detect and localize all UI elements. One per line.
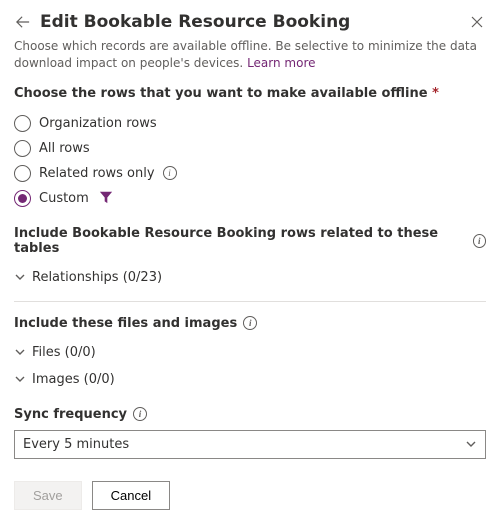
back-button[interactable] bbox=[14, 13, 32, 31]
chevron-down-icon bbox=[14, 271, 26, 283]
radio-all-rows[interactable]: All rows bbox=[14, 136, 486, 161]
radio-icon bbox=[14, 190, 31, 207]
info-icon[interactable]: i bbox=[473, 234, 486, 248]
cancel-button[interactable]: Cancel bbox=[92, 481, 170, 510]
dialog-footer: Save Cancel bbox=[14, 481, 486, 510]
close-icon bbox=[471, 16, 483, 28]
relationships-expander[interactable]: Relationships (0/23) bbox=[14, 266, 486, 289]
include-files-label: Include these files and images i bbox=[14, 316, 486, 331]
info-icon[interactable]: i bbox=[243, 316, 257, 330]
sync-frequency-label: Sync frequency i bbox=[14, 407, 486, 422]
rows-section-label: Choose the rows that you want to make av… bbox=[14, 86, 486, 101]
radio-icon bbox=[14, 115, 31, 132]
sync-frequency-select[interactable]: Every 5 minutes bbox=[14, 430, 486, 459]
info-icon[interactable]: i bbox=[133, 407, 147, 421]
save-button: Save bbox=[14, 481, 82, 510]
sync-frequency-value: Every 5 minutes bbox=[23, 437, 129, 452]
info-icon[interactable]: i bbox=[163, 166, 177, 180]
files-expander[interactable]: Files (0/0) bbox=[14, 341, 486, 364]
relationships-label: Relationships (0/23) bbox=[32, 270, 162, 285]
required-indicator: * bbox=[432, 86, 439, 101]
images-label: Images (0/0) bbox=[32, 372, 115, 387]
images-expander[interactable]: Images (0/0) bbox=[14, 368, 486, 391]
divider bbox=[14, 301, 486, 302]
radio-icon bbox=[14, 165, 31, 182]
include-related-label: Include Bookable Resource Booking rows r… bbox=[14, 226, 486, 256]
dialog-title: Edit Bookable Resource Booking bbox=[40, 12, 460, 32]
learn-more-link[interactable]: Learn more bbox=[247, 56, 315, 70]
dialog-subtitle: Choose which records are available offli… bbox=[14, 38, 486, 72]
radio-icon bbox=[14, 140, 31, 157]
close-button[interactable] bbox=[468, 13, 486, 31]
radio-custom[interactable]: Custom bbox=[14, 186, 486, 212]
radio-related-rows-only[interactable]: Related rows only i bbox=[14, 161, 486, 186]
chevron-down-icon bbox=[14, 346, 26, 358]
chevron-down-icon bbox=[465, 438, 477, 450]
rows-radio-group: Organization rows All rows Related rows … bbox=[14, 111, 486, 212]
chevron-down-icon bbox=[14, 373, 26, 385]
arrow-left-icon bbox=[16, 15, 30, 29]
filter-icon[interactable] bbox=[99, 190, 113, 208]
radio-organization-rows[interactable]: Organization rows bbox=[14, 111, 486, 136]
files-label: Files (0/0) bbox=[32, 345, 96, 360]
